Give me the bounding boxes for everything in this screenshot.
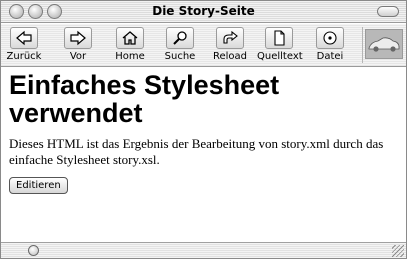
edit-button[interactable]: Editieren [9,177,68,194]
reload-icon [216,27,244,49]
source-button[interactable]: Quelltext [257,27,303,65]
home-icon [116,27,144,49]
search-button[interactable]: Suche [158,27,202,65]
description-paragraph: Dieses HTML ist das Ergebnis der Bearbei… [9,136,384,167]
page-heading: Einfaches Stylesheet verwendet [9,70,280,128]
file-button[interactable]: Datei [308,27,352,65]
page-icon [265,27,293,49]
title-bar[interactable]: Die Story-Seite [1,1,406,23]
forward-button[interactable]: Vor [56,27,100,65]
file-label: Datei [316,51,344,62]
search-icon [166,27,194,49]
forward-label: Vor [69,51,87,62]
browser-window: Die Story-Seite Zurück Vor Home Suche Re… [0,0,407,259]
arrow-right-icon [64,27,92,49]
arrow-left-icon [10,27,38,49]
toolbar: Zurück Vor Home Suche Reload Quelltext D… [1,24,406,67]
back-label: Zurück [6,51,42,62]
toolbar-toggle-icon[interactable] [377,6,399,17]
home-label: Home [115,51,145,62]
search-label: Suche [164,51,196,62]
resize-grip-icon[interactable] [392,245,404,257]
disc-icon [316,27,344,49]
window-title: Die Story-Seite [152,4,255,18]
home-button[interactable]: Home [108,27,152,65]
reload-label: Reload [212,51,248,62]
toolbar-separator [362,27,363,63]
scrollbar-thumb[interactable] [28,245,39,256]
source-label: Quelltext [257,51,303,62]
page-content: Einfaches Stylesheet verwendet Dieses HT… [9,71,399,194]
back-button[interactable]: Zurück [2,27,46,65]
horizontal-scrollbar[interactable] [1,242,406,258]
reload-button[interactable]: Reload [208,27,252,65]
browser-logo [365,29,403,59]
